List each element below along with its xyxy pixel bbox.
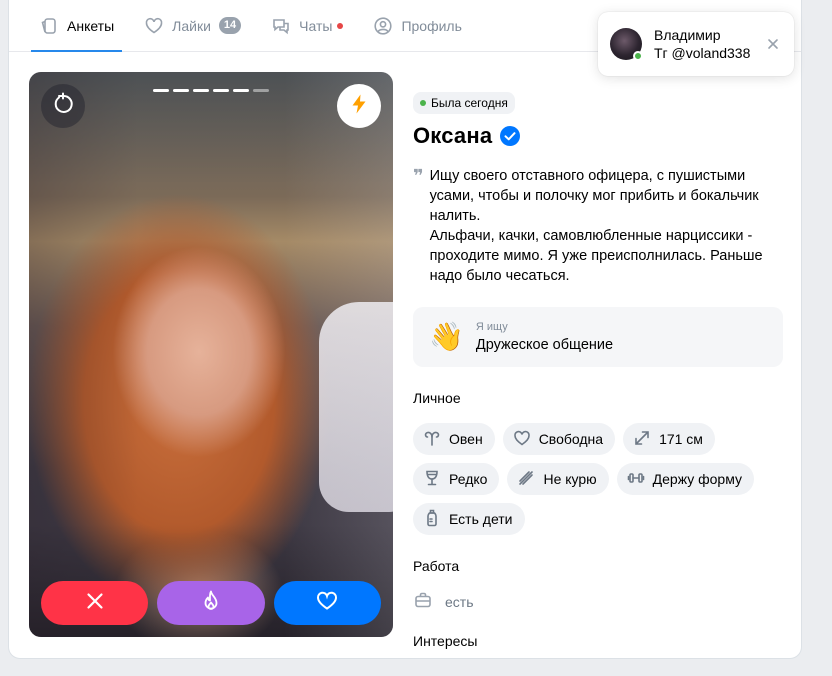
work-value: есть xyxy=(445,593,474,610)
baby-bottle-icon xyxy=(423,509,441,530)
profile-info: Была сегодня Оксана ❞ Ищу своего отставн… xyxy=(413,92,783,649)
tab-profiles-label: Анкеты xyxy=(67,17,115,34)
undo-button[interactable] xyxy=(41,84,85,128)
likes-count-badge: 14 xyxy=(218,17,242,34)
dislike-button[interactable] xyxy=(41,581,149,625)
photo-progress xyxy=(153,89,269,92)
tab-profile-label: Профиль xyxy=(401,17,462,34)
name-row: Оксана xyxy=(413,123,783,149)
tab-likes[interactable]: Лайки 14 xyxy=(136,0,249,51)
superlike-button[interactable] xyxy=(157,581,265,625)
online-status-badge: Была сегодня xyxy=(413,92,515,114)
close-icon[interactable] xyxy=(766,37,780,51)
photo-segment[interactable] xyxy=(233,89,249,92)
fire-icon xyxy=(199,589,223,618)
close-icon xyxy=(85,591,105,616)
heart-icon xyxy=(144,16,164,36)
aries-icon xyxy=(423,429,441,450)
tab-likes-label: Лайки xyxy=(172,17,211,34)
photo-segment[interactable] xyxy=(173,89,189,92)
tag-children: Есть дети xyxy=(413,503,525,535)
like-button[interactable] xyxy=(273,581,381,625)
photo-segment[interactable] xyxy=(253,89,269,92)
heart-icon xyxy=(315,589,339,618)
tab-chats-label: Чаты xyxy=(299,17,333,34)
photo-segment[interactable] xyxy=(213,89,229,92)
waving-hand-icon: 👋 xyxy=(429,321,464,352)
chat-icon xyxy=(271,16,291,36)
tag-height: 171 см xyxy=(623,423,715,455)
photo-segment[interactable] xyxy=(193,89,209,92)
online-indicator xyxy=(633,51,643,61)
profile-bio: ❞ Ищу своего отставного офицера, с пушис… xyxy=(413,166,783,286)
tag-alcohol: Редко xyxy=(413,463,500,495)
height-icon xyxy=(633,429,651,450)
boost-button[interactable] xyxy=(337,84,381,128)
interests-section-title: Интересы xyxy=(413,633,478,649)
bio-line: Ищу своего отставного офицера, с пушисты… xyxy=(429,168,759,224)
no-smoking-icon xyxy=(517,469,535,490)
profile-photo[interactable] xyxy=(29,72,393,637)
online-dot xyxy=(420,100,426,106)
message-notification[interactable]: Владимир Тг @voland338 xyxy=(598,12,794,76)
online-status-text: Была сегодня xyxy=(431,96,508,110)
photo-segment[interactable] xyxy=(153,89,169,92)
unread-dot xyxy=(337,22,344,29)
notification-message: Тг @voland338 xyxy=(654,45,751,61)
lightning-icon xyxy=(348,93,370,120)
action-buttons xyxy=(41,581,381,625)
looking-for-value: Дружеское общение xyxy=(475,337,614,353)
verified-icon xyxy=(500,126,521,146)
profile-name: Оксана xyxy=(413,123,493,148)
quote-icon: ❞ xyxy=(413,166,424,186)
heart-outline-icon xyxy=(513,429,531,450)
tab-chats[interactable]: Чаты xyxy=(263,0,351,51)
cards-icon xyxy=(39,16,59,36)
main-card: Анкеты Лайки 14 Чаты Профиль Была сегодн… xyxy=(8,0,802,659)
bio-line: Альфачи, качки, самовлюбленные нарциссик… xyxy=(429,228,763,284)
user-circle-icon xyxy=(373,16,393,36)
work-row: есть xyxy=(413,590,783,613)
personal-tags: Овен Свободна 171 см Редко Не курю Держу… xyxy=(413,423,783,535)
dumbbell-icon xyxy=(627,469,645,490)
looking-for-box: 👋 Я ищу Дружеское общение xyxy=(413,307,783,367)
wine-glass-icon xyxy=(423,469,441,490)
avatar xyxy=(610,28,643,61)
tag-smoking: Не курю xyxy=(507,463,609,495)
looking-for-label: Я ищу xyxy=(475,321,508,333)
tab-profiles[interactable]: Анкеты xyxy=(31,0,123,52)
notification-sender: Владимир xyxy=(654,27,721,43)
briefcase-icon xyxy=(413,590,433,613)
tag-relationship: Свободна xyxy=(502,423,616,455)
undo-icon xyxy=(51,92,75,121)
tag-zodiac: Овен xyxy=(413,423,495,455)
tab-profile[interactable]: Профиль xyxy=(365,0,469,51)
personal-section-title: Личное xyxy=(413,390,461,406)
work-section-title: Работа xyxy=(413,558,460,574)
tag-fitness: Держу форму xyxy=(616,463,754,495)
